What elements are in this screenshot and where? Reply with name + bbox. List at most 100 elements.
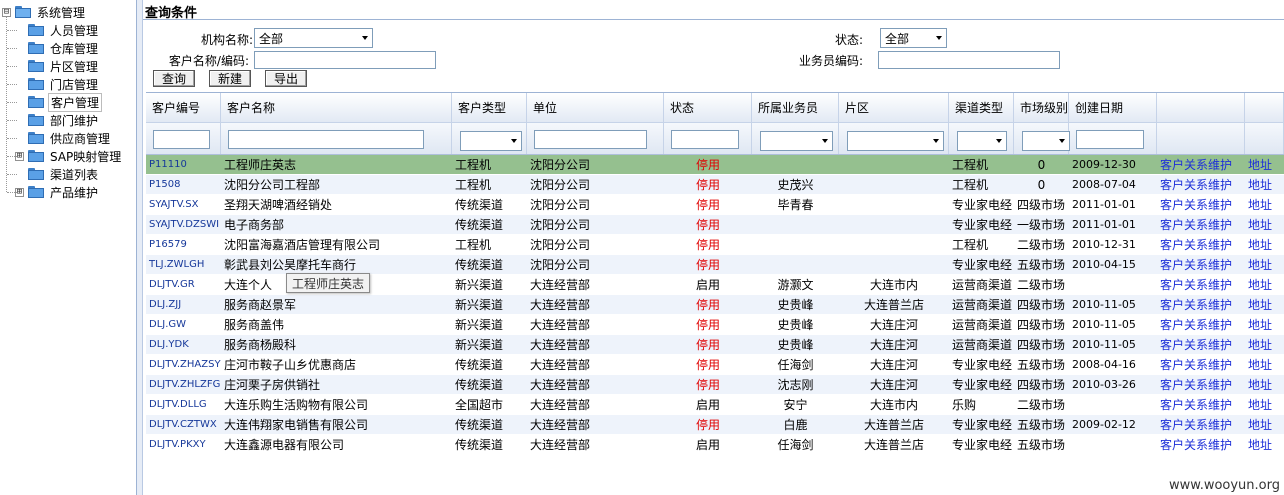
filter-select[interactable] bbox=[760, 131, 833, 151]
customer-relation-link[interactable]: 客户关系维护 bbox=[1157, 176, 1245, 193]
address-link[interactable]: 地址 bbox=[1245, 276, 1284, 293]
column-header[interactable]: 片区 bbox=[839, 93, 949, 122]
sidebar-item[interactable]: 渠道列表 bbox=[18, 165, 100, 183]
salesman-input[interactable] bbox=[878, 51, 1060, 69]
column-header[interactable]: 单位 bbox=[527, 93, 664, 122]
column-header[interactable]: 客户编号 bbox=[146, 93, 221, 122]
table-cell: DLJ.ZJJ bbox=[149, 299, 182, 310]
filter-select[interactable] bbox=[1022, 131, 1070, 151]
table-row[interactable]: DLJ.ZJJ 服务商赵景军 新兴渠道 大连经营部 停用 史贵峰 大连普兰店 运营商渠道 四级市… bbox=[146, 295, 1284, 315]
address-link[interactable]: 地址 bbox=[1245, 216, 1284, 233]
sidebar-item[interactable]: 供应商管理 bbox=[18, 129, 112, 147]
address-link[interactable]: 地址 bbox=[1245, 376, 1284, 393]
customer-relation-link[interactable]: 客户关系维护 bbox=[1157, 236, 1245, 253]
customer-input[interactable] bbox=[254, 51, 436, 69]
table-cell: 二级市场 bbox=[1017, 398, 1066, 412]
table-cell: 大连市内 bbox=[869, 398, 918, 412]
column-header[interactable]: 客户名称 bbox=[221, 93, 452, 122]
customer-relation-link[interactable]: 客户关系维护 bbox=[1157, 296, 1245, 313]
sidebar-item[interactable]: 部门维护 bbox=[18, 111, 100, 129]
filter-select[interactable] bbox=[957, 131, 1007, 151]
sidebar-item[interactable]: 仓库管理 bbox=[18, 39, 100, 57]
address-link[interactable]: 地址 bbox=[1245, 396, 1284, 413]
table-row[interactable]: SYAJTV.DZSWI 电子商务部 传统渠道 沈阳分公司 停用 专业家电经 一级市场 201… bbox=[146, 215, 1284, 235]
address-link[interactable]: 地址 bbox=[1245, 156, 1284, 173]
table-cell: 新兴渠道 bbox=[455, 278, 504, 292]
customer-relation-link[interactable]: 客户关系维护 bbox=[1157, 396, 1245, 413]
table-row[interactable]: DLJ.GW 服务商盖伟 新兴渠道 大连经营部 停用 史贵峰 大连庄河 运营商渠道 四级市场 20… bbox=[146, 315, 1284, 335]
filter-select[interactable] bbox=[460, 131, 522, 151]
sidebar-item[interactable]: 片区管理 bbox=[18, 57, 100, 75]
status-select[interactable]: 全部 bbox=[880, 28, 947, 48]
customer-relation-link[interactable]: 客户关系维护 bbox=[1157, 216, 1245, 233]
sidebar-item[interactable]: 客户管理 bbox=[18, 92, 103, 112]
filter-input[interactable] bbox=[534, 130, 647, 149]
table-row[interactable]: SYAJTV.SX 圣翔天湖啤酒经销处 传统渠道 沈阳分公司 停用 毕青春 专业家电经 四级市… bbox=[146, 195, 1284, 215]
sidebar-item[interactable]: ⊞ 产品维护 bbox=[15, 183, 100, 201]
customer-relation-link[interactable]: 客户关系维护 bbox=[1157, 156, 1245, 173]
table-cell: 史贵峰 bbox=[777, 318, 814, 332]
address-link[interactable]: 地址 bbox=[1245, 416, 1284, 433]
table-row[interactable]: DLJTV.ZHLZFG 庄河栗子房供销社 传统渠道 大连经营部 停用 沈志刚 大连庄河 专业… bbox=[146, 375, 1284, 395]
export-button[interactable]: 导出 bbox=[265, 70, 307, 87]
address-link[interactable]: 地址 bbox=[1245, 196, 1284, 213]
column-header[interactable]: 状态 bbox=[664, 93, 752, 122]
column-header[interactable] bbox=[1157, 93, 1245, 122]
customer-relation-link[interactable]: 客户关系维护 bbox=[1157, 336, 1245, 353]
filter-input[interactable] bbox=[228, 130, 424, 149]
customer-relation-link[interactable]: 客户关系维护 bbox=[1157, 356, 1245, 373]
table-row[interactable]: DLJTV.ZHAZSY 庄河市鞍子山乡优惠商店 传统渠道 大连经营部 停用 任海剑 大连庄… bbox=[146, 355, 1284, 375]
table-row[interactable]: DLJTV.CZTWX 大连伟翔家电销售有限公司 传统渠道 大连经营部 停用 白鹿 大连普兰… bbox=[146, 415, 1284, 435]
table-cell: 大连普兰店 bbox=[863, 298, 924, 312]
customer-relation-link[interactable]: 客户关系维护 bbox=[1157, 276, 1245, 293]
table-row[interactable]: P11110 工程师庄英志 工程机 沈阳分公司 停用 工程机 0 2009-12-30 客户关系… bbox=[146, 155, 1284, 175]
column-header[interactable]: 所属业务员 bbox=[752, 93, 839, 122]
address-link[interactable]: 地址 bbox=[1245, 316, 1284, 333]
table-cell: 传统渠道 bbox=[455, 378, 504, 392]
customer-relation-link[interactable]: 客户关系维护 bbox=[1157, 436, 1245, 453]
new-button[interactable]: 新建 bbox=[209, 70, 251, 87]
table-row[interactable]: P16579 沈阳富海嘉酒店管理有限公司 工程机 沈阳分公司 停用 工程机 二级市场 2010… bbox=[146, 235, 1284, 255]
table-cell: 新兴渠道 bbox=[455, 338, 504, 352]
org-select-value: 全部 bbox=[259, 31, 284, 46]
column-header[interactable]: 客户类型 bbox=[452, 93, 527, 122]
table-row[interactable]: TLJ.ZWLGH 彰武县刘公昊摩托车商行 传统渠道 沈阳分公司 停用 专业家电经 五级市场… bbox=[146, 255, 1284, 275]
tree-root-system-management[interactable]: ⊟ 系统管理 bbox=[2, 3, 87, 21]
grid-filter-row bbox=[146, 123, 1284, 155]
address-link[interactable]: 地址 bbox=[1245, 436, 1284, 453]
table-cell: 全国超市 bbox=[455, 398, 504, 412]
table-cell: 大连庄河 bbox=[869, 318, 918, 332]
table-row[interactable]: P1508 沈阳分公司工程部 工程机 沈阳分公司 停用 史茂兴 工程机 0 2008-07-04… bbox=[146, 175, 1284, 195]
sidebar-item[interactable]: ⊞ SAP映射管理 bbox=[15, 147, 123, 165]
table-row[interactable]: DLJTV.DLLG 大连乐购生活购物有限公司 全国超市 大连经营部 启用 安宁 大连市内 乐… bbox=[146, 395, 1284, 415]
column-header[interactable]: 市场级别 bbox=[1014, 93, 1069, 122]
collapse-icon[interactable]: ⊟ bbox=[2, 7, 11, 17]
address-link[interactable]: 地址 bbox=[1245, 356, 1284, 373]
customer-relation-link[interactable]: 客户关系维护 bbox=[1157, 316, 1245, 333]
address-link[interactable]: 地址 bbox=[1245, 236, 1284, 253]
column-header[interactable]: 创建日期 bbox=[1069, 93, 1157, 122]
table-row[interactable]: DLJ.YDK 服务商杨殿科 新兴渠道 大连经营部 停用 史贵峰 大连庄河 运营商渠道 四级市场… bbox=[146, 335, 1284, 355]
column-header[interactable]: 渠道类型 bbox=[949, 93, 1014, 122]
search-button[interactable]: 查询 bbox=[153, 70, 195, 87]
customer-relation-link[interactable]: 客户关系维护 bbox=[1157, 416, 1245, 433]
customer-relation-link[interactable]: 客户关系维护 bbox=[1157, 256, 1245, 273]
address-link[interactable]: 地址 bbox=[1245, 336, 1284, 353]
column-header[interactable] bbox=[1245, 93, 1284, 122]
sidebar-item-label: 片区管理 bbox=[50, 59, 99, 74]
filter-input[interactable] bbox=[153, 130, 210, 149]
filter-select[interactable] bbox=[847, 131, 944, 151]
customer-relation-link[interactable]: 客户关系维护 bbox=[1157, 196, 1245, 213]
address-link[interactable]: 地址 bbox=[1245, 256, 1284, 273]
org-select[interactable]: 全部 bbox=[254, 28, 373, 48]
table-cell: 大连乐购生活购物有限公司 bbox=[224, 398, 369, 412]
filter-input[interactable] bbox=[1076, 130, 1144, 149]
table-cell: 大连庄河 bbox=[869, 338, 918, 352]
sidebar-item[interactable]: 人员管理 bbox=[18, 21, 100, 39]
address-link[interactable]: 地址 bbox=[1245, 176, 1284, 193]
address-link[interactable]: 地址 bbox=[1245, 296, 1284, 313]
sidebar-item[interactable]: 门店管理 bbox=[18, 75, 100, 93]
filter-input[interactable] bbox=[671, 130, 739, 149]
table-row[interactable]: DLJTV.PKXY 大连鑫源电器有限公司 传统渠道 大连经营部 启用 任海剑 大连普兰店 专… bbox=[146, 435, 1284, 455]
customer-relation-link[interactable]: 客户关系维护 bbox=[1157, 376, 1245, 393]
